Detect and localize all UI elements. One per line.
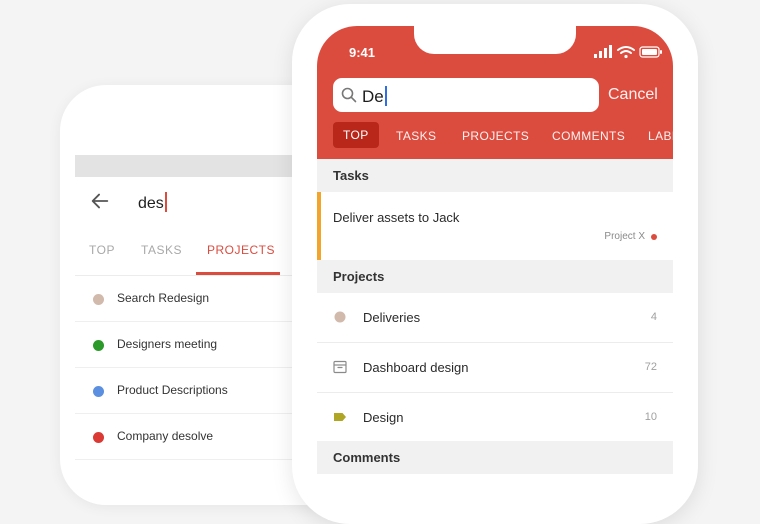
list-item-label: Designers meeting bbox=[117, 337, 218, 351]
project-count: 72 bbox=[644, 361, 657, 373]
list-item-label: Product Descriptions bbox=[117, 383, 228, 397]
project-item-design[interactable]: Design 10 bbox=[317, 393, 673, 443]
project-color-dot bbox=[93, 432, 104, 443]
project-item-dashboard-design[interactable]: Dashboard design 72 bbox=[317, 343, 673, 393]
dot-icon bbox=[334, 311, 346, 323]
comments-section-header: Comments bbox=[317, 441, 673, 474]
wifi-icon bbox=[617, 46, 635, 59]
tab-labels[interactable]: LABE bbox=[648, 129, 673, 143]
project-item-deliveries[interactable]: Deliveries 4 bbox=[317, 293, 673, 343]
archive-icon bbox=[333, 360, 347, 374]
search-input[interactable]: De bbox=[333, 78, 599, 112]
projects-section-header: Projects bbox=[317, 260, 673, 293]
battery-icon bbox=[639, 46, 662, 58]
search-icon bbox=[341, 87, 357, 103]
active-tab-indicator bbox=[196, 272, 280, 275]
list-item-label: Company desolve bbox=[117, 429, 214, 443]
back-arrow-icon[interactable] bbox=[89, 190, 111, 212]
status-time: 9:41 bbox=[349, 45, 376, 60]
task-project-name: Project X bbox=[604, 231, 645, 242]
tab-projects[interactable]: PROJECTS bbox=[207, 243, 275, 257]
project-count: 10 bbox=[644, 411, 657, 423]
project-label: Deliveries bbox=[363, 310, 421, 325]
project-count: 4 bbox=[650, 311, 657, 323]
iphone-mockup: 9:41 De Cancel TOP TASKS PROJECTS COMMEN… bbox=[292, 4, 698, 524]
cancel-button[interactable]: Cancel bbox=[608, 86, 658, 104]
section-title: Comments bbox=[333, 450, 401, 465]
project-label: Design bbox=[363, 410, 404, 425]
project-label: Dashboard design bbox=[363, 360, 469, 375]
tab-top[interactable]: TOP bbox=[89, 243, 115, 257]
tab-tasks[interactable]: TASKS bbox=[396, 129, 436, 143]
text-caret bbox=[384, 86, 387, 106]
section-title: Tasks bbox=[333, 168, 369, 183]
tab-projects[interactable]: PROJECTS bbox=[462, 129, 529, 143]
project-color-dot bbox=[651, 234, 657, 240]
status-icons bbox=[594, 45, 662, 59]
task-label: Deliver assets to Jack bbox=[333, 210, 460, 225]
search-header: 9:41 De Cancel TOP TASKS PROJECTS COMMEN… bbox=[317, 26, 673, 159]
tab-tasks[interactable]: TASKS bbox=[141, 243, 182, 257]
project-color-dot bbox=[93, 340, 104, 351]
search-input[interactable]: des bbox=[138, 192, 167, 213]
search-query-text: De bbox=[362, 87, 384, 106]
text-caret bbox=[164, 192, 167, 212]
phone-notch bbox=[414, 26, 576, 54]
tasks-section-header: Tasks bbox=[317, 159, 673, 192]
section-title: Projects bbox=[333, 269, 385, 284]
tab-comments[interactable]: COMMENTS bbox=[552, 129, 625, 143]
iphone-screen: 9:41 De Cancel TOP TASKS PROJECTS COMMEN… bbox=[317, 26, 673, 496]
signal-icon bbox=[594, 45, 612, 58]
list-item-label: Search Redesign bbox=[117, 291, 210, 305]
search-query-text: des bbox=[138, 195, 164, 212]
project-color-dot bbox=[93, 294, 104, 305]
label-tag-icon bbox=[334, 413, 346, 421]
tab-top[interactable]: TOP bbox=[333, 122, 379, 148]
task-priority-accent bbox=[317, 192, 321, 260]
search-query: De bbox=[362, 86, 387, 107]
task-item[interactable]: Deliver assets to Jack Project X bbox=[317, 192, 673, 260]
project-color-dot bbox=[93, 386, 104, 397]
